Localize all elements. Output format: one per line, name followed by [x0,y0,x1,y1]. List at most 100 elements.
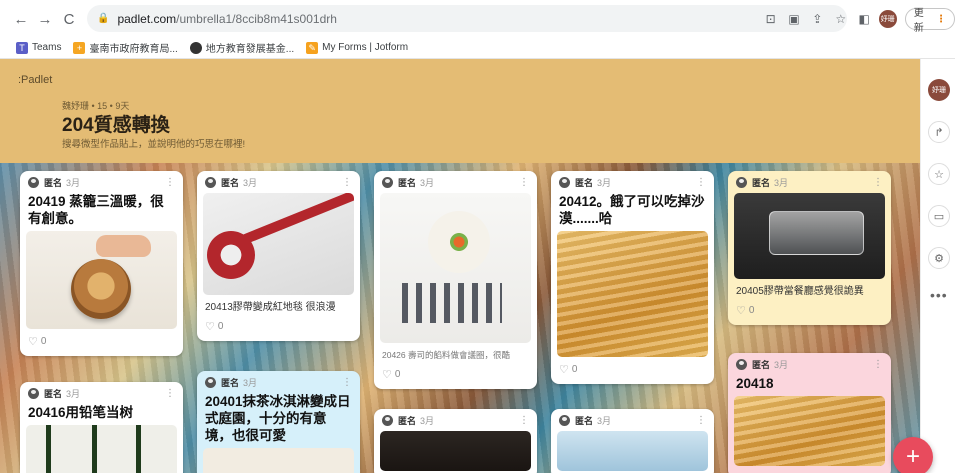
post-footer: ♡ 0 [197,314,360,341]
side-panel-icon[interactable]: ◧ [855,10,872,28]
post-card[interactable]: 匿名 3月 ⋮ 20401抹茶冰淇淋變成日式庭園，十分的有意境，也很可愛 [197,371,360,473]
anonymous-avatar-icon [736,176,747,188]
post-author: 匿名 [752,177,771,188]
post-image[interactable] [380,431,531,471]
anonymous-avatar-icon [205,176,216,188]
bookmark-education-fund[interactable]: 地方教育發展基金... [189,40,294,55]
post-card[interactable]: 匿名 3月 ⋮ 20426 壽司的餡料做會議圈，很酷 ♡ 0 [374,171,537,389]
bookmark-tainan-edu[interactable]: + 臺南市政府教育局... [73,40,178,55]
post-author: 匿名 [575,177,594,188]
heart-icon[interactable]: ♡ [382,368,392,381]
heart-icon[interactable]: ♡ [205,320,215,333]
url-text: padlet.com/umbrella1/8ccib8m41s001drh [117,11,337,26]
board-title: 204質感轉換 [62,115,170,136]
post-image[interactable] [557,431,708,471]
more-dots-icon[interactable]: ••• [930,287,948,303]
post-image[interactable] [203,193,354,295]
share-icon[interactable]: ⇪ [809,10,826,28]
address-bar[interactable]: 🔒 padlet.com/umbrella1/8ccib8m41s001drh [87,5,847,32]
forward-icon[interactable]: → [36,10,54,28]
bookmark-star-icon[interactable]: ☆ [832,10,849,28]
padlet-logo[interactable]: :Padlet [18,74,52,86]
post-card[interactable]: 匿名 3月 ⋮ 20405膠帶當餐廳感覺很詭異 ♡ 0 [728,171,891,325]
padlet-board: :Padlet 魏妤珊 • 15 • 9天 204質感轉換 搜尋微型作品貼上，並… [0,59,920,473]
post-card[interactable]: 匿名 3月 ⋮ 20419 蒸籠三溫暖，很有創意。 ♡ 0 [20,171,183,356]
post-time: 3月 [597,415,612,426]
post-caption: 20413膠帶變成紅地毯 很浪漫 [205,302,336,313]
more-options-icon[interactable]: ⋮ [696,415,706,426]
post-card[interactable]: 匿名 3月 ⋮ 20413膠帶變成紅地毯 很浪漫 ♡ 0 [197,171,360,341]
post-image[interactable] [26,425,177,473]
post-time: 3月 [420,177,435,188]
bookmarks-bar: T Teams + 臺南市政府教育局... 地方教育發展基金... ✎ My Form… [0,37,955,59]
more-options-icon[interactable]: ⋮ [696,177,706,188]
bookmark-jotform[interactable]: ✎ My Forms | Jotform [306,41,408,54]
anonymous-avatar-icon [28,176,39,188]
bookmark-teams[interactable]: T Teams [16,41,61,54]
post-image[interactable] [734,193,885,279]
teams-icon: T [16,41,28,54]
post-time: 3月 [243,177,258,188]
like-count: 0 [748,305,755,316]
more-options-icon[interactable]: ⋮ [165,177,175,188]
lock-icon: 🔒 [97,13,110,24]
share-arrow-icon[interactable]: ↱ [928,121,950,143]
menu-dots-icon: ⋮ [935,13,946,25]
heart-icon[interactable]: ♡ [736,304,746,317]
board-header: :Padlet 魏妤珊 • 15 • 9天 204質感轉換 搜尋微型作品貼上，並… [0,59,920,163]
post-time: 3月 [243,377,258,388]
anonymous-avatar-icon [382,414,393,426]
post-author: 匿名 [44,388,63,399]
browser-toolbar: ← → C 🔒 padlet.com/umbrella1/8ccib8m41s0… [0,0,955,37]
like-count: 0 [394,369,401,380]
post-image[interactable] [203,448,354,473]
star-icon[interactable]: ☆ [928,163,950,185]
post-time: 3月 [774,177,789,188]
post-card[interactable]: 匿名 3月 ⋮ 20412。餓了可以吃掉沙漠.......哈 ♡ 0 [551,171,714,384]
post-card[interactable]: 匿名 3月 ⋮ [374,409,537,473]
post-time: 3月 [774,359,789,370]
jotform-icon: ✎ [306,41,319,54]
post-footer: ♡ 0 [551,357,714,384]
heart-icon[interactable]: ♡ [559,363,569,376]
back-icon[interactable]: ← [12,10,30,28]
anonymous-avatar-icon [559,414,570,426]
anonymous-avatar-icon [205,376,216,388]
more-options-icon[interactable]: ⋮ [873,359,883,370]
post-card[interactable]: 匿名 3月 ⋮ 20416用铅笔当树 [20,382,183,473]
anonymous-avatar-icon [736,358,747,370]
post-card[interactable]: 匿名 3月 ⋮ 20418 [728,353,891,473]
heart-icon[interactable]: ♡ [28,335,38,348]
more-options-icon[interactable]: ⋮ [342,177,352,188]
board-subtitle: 搜尋微型作品貼上，並說明他的巧思在哪裡! [62,139,246,150]
more-options-icon[interactable]: ⋮ [519,415,529,426]
anonymous-avatar-icon [28,387,39,399]
post-time: 3月 [420,415,435,426]
update-button[interactable]: 更新 ⋮ [904,8,955,34]
more-options-icon[interactable]: ⋮ [342,377,352,388]
more-options-icon[interactable]: ⋮ [519,177,529,188]
reload-icon[interactable]: C [60,10,78,28]
anonymous-avatar-icon [382,176,393,188]
post-author: 匿名 [575,415,594,426]
more-options-icon[interactable]: ⋮ [165,388,175,399]
post-image[interactable] [734,396,885,466]
translate-icon[interactable]: ▣ [785,10,802,28]
post-card[interactable]: 匿名 3月 ⋮ [551,409,714,473]
add-post-button[interactable]: + [893,437,933,473]
post-title: 20401抹茶冰淇淋變成日式庭園，十分的有意境，也很可愛 [205,394,351,443]
post-image[interactable] [380,193,531,343]
globe-icon [189,41,202,54]
post-author: 匿名 [398,177,417,188]
install-app-icon[interactable]: ⊡ [762,10,779,28]
settings-gear-icon[interactable]: ⚙ [928,247,950,269]
profile-avatar[interactable]: 妤珊 [878,10,897,28]
post-time: 3月 [66,388,81,399]
post-author: 匿名 [221,177,240,188]
post-image[interactable] [26,231,177,329]
post-image[interactable] [557,231,708,357]
right-action-rail: 妤珊 ↱ ☆ ▭ ⚙ ••• [920,59,955,473]
user-avatar[interactable]: 妤珊 [928,79,950,101]
slideshow-icon[interactable]: ▭ [928,205,950,227]
more-options-icon[interactable]: ⋮ [873,177,883,188]
